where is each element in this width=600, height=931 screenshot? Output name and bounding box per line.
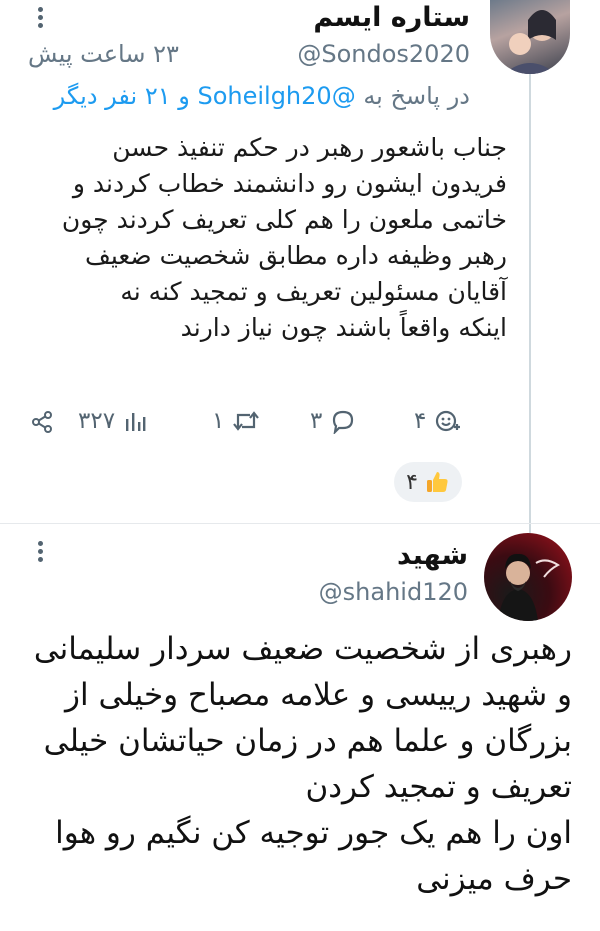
tweet-line: رهبر وظیفه داره مطابق شخصیت ضعیف — [84, 241, 507, 270]
tweet-line: رهبری از شخصیت ضعیف سردار سلیمانی — [33, 631, 572, 667]
reply-user-link[interactable]: @Soheilgh20 — [197, 82, 355, 110]
tweet-divider — [0, 523, 600, 524]
author-name[interactable]: ستاره ایسم — [313, 2, 470, 33]
reaction-pill-count: ۴ — [406, 469, 418, 495]
tweet-body: رهبری از شخصیت ضعیف سردار سلیمانی و شهید… — [12, 626, 572, 902]
tweet-body: جناب باشعور رهبر در حکم تنفیذ حسن فریدون… — [37, 130, 507, 346]
reply-prefix: در پاسخ به — [355, 82, 470, 110]
more-options-button[interactable] — [38, 4, 44, 31]
reaction-count: ۴ — [414, 408, 427, 434]
avatar[interactable] — [484, 533, 572, 621]
views-icon — [126, 413, 146, 431]
avatar[interactable] — [490, 0, 570, 74]
reaction-pill[interactable]: ۴ — [394, 462, 462, 502]
share-button[interactable] — [30, 410, 54, 434]
share-icon — [32, 411, 52, 433]
thread-line — [529, 74, 531, 556]
tweet-line: فریدون ایشون رو دانشمند خطاب کردند و — [72, 169, 507, 198]
tweet-line: اینکه واقعاً باشند چون نیاز دارند — [180, 313, 507, 342]
retweet-button[interactable]: ۱ — [212, 408, 260, 434]
retweet-icon — [233, 411, 260, 431]
author-handle[interactable]: @Sondos2020 — [297, 40, 470, 68]
tweet-line: تعریف و تمجید کردن — [305, 769, 572, 805]
author-handle[interactable]: @shahid120 — [319, 578, 468, 606]
thumbs-up-icon — [426, 472, 448, 492]
timestamp[interactable]: ۲۳ ساعت پیش — [28, 40, 179, 68]
retweet-count: ۱ — [212, 408, 225, 434]
tweet-line: جناب باشعور رهبر در حکم تنفیذ حسن — [112, 133, 507, 162]
reply-count: ۳ — [310, 408, 323, 434]
tweet-line: حرف میزنی — [416, 861, 572, 897]
add-reaction-icon — [436, 410, 461, 432]
more-options-button[interactable] — [38, 538, 44, 565]
reply-icon — [333, 410, 354, 434]
tweet-line: آقایان مسئولین تعریف و تمجید کنه نه — [120, 277, 507, 306]
tweet-line: و شهید رییسی و علامه مصباح وخیلی از — [65, 677, 572, 713]
views-count: ۳۲۷ — [78, 408, 116, 434]
tweet-line: بزرگان و علما هم در زمان حیاتشان خیلی — [43, 723, 572, 759]
author-name[interactable]: شهید — [397, 540, 468, 571]
tweet-line: خاتمی ملعون را هم کلی تعریف کردند چون — [61, 205, 507, 234]
tweet-line: اون را هم یک جور توجیه کن نگیم رو هوا — [55, 815, 572, 851]
views-stat[interactable]: ۳۲۷ — [78, 408, 147, 434]
add-reaction-button[interactable]: ۴ — [414, 408, 461, 434]
reply-context: در پاسخ به @Soheilgh20 و ۲۱ نفر دیگر — [54, 82, 470, 110]
reply-others-link[interactable]: و ۲۱ نفر دیگر — [54, 82, 198, 110]
reply-button[interactable]: ۳ — [310, 408, 356, 434]
